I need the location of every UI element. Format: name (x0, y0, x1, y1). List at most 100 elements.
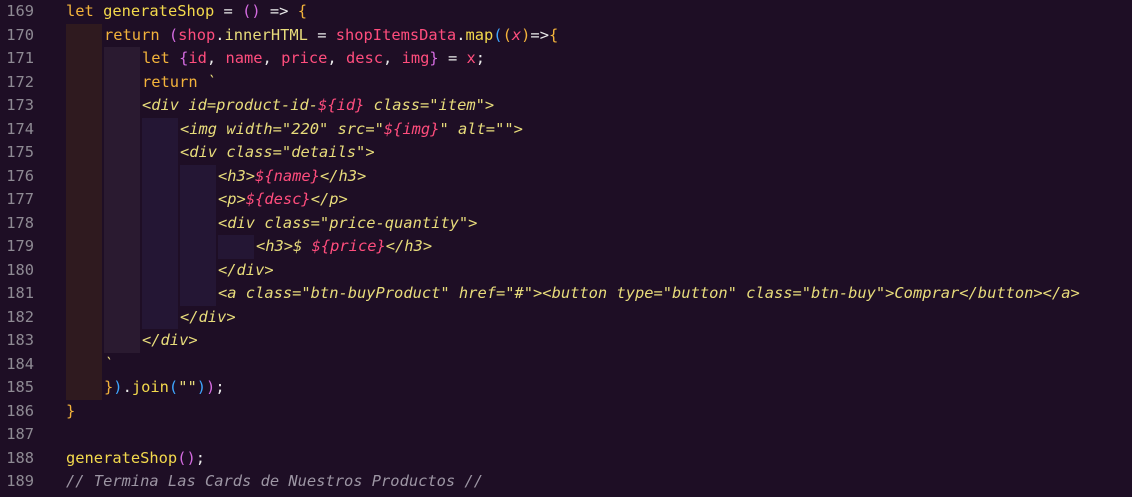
line-number: 178 (6, 213, 34, 232)
code-line[interactable]: // Termina Las Cards de Nuestros Product… (66, 470, 483, 494)
code-token: { (548, 25, 559, 44)
line-number: 183 (6, 331, 34, 349)
code-token: </div> (218, 260, 274, 279)
code-token: <div id=product-id- (142, 96, 319, 114)
code-token: ${name} (255, 166, 320, 185)
line-number: 187 (6, 425, 34, 443)
code-token: } (429, 49, 439, 67)
code-token: let (66, 2, 104, 20)
code-token: generateShop (103, 2, 215, 20)
code-token: <a class="btn-buyProduct" href="#"><butt… (218, 284, 1080, 302)
code-token: </div> (180, 307, 236, 326)
code-line[interactable]: generateShop(); (66, 447, 205, 471)
code-line[interactable]: </div> (142, 329, 198, 353)
code-token: } (104, 378, 114, 396)
code-line[interactable]: ` (104, 353, 113, 377)
code-token: ; (475, 49, 486, 67)
code-token: } (66, 401, 76, 420)
code-line[interactable]: </div> (218, 259, 274, 283)
code-token: . (122, 378, 132, 396)
code-line[interactable]: </div> (180, 306, 236, 330)
code-token: { (179, 49, 189, 67)
line-number: 174 (6, 119, 34, 138)
line-number: 185 (6, 378, 34, 396)
code-token: </div> (142, 331, 198, 349)
code-token: name (225, 49, 263, 67)
code-token: ` (104, 354, 114, 373)
line-number: 186 (6, 401, 34, 420)
code-token: = (307, 25, 336, 44)
code-token: desc (345, 49, 384, 67)
code-token: ${price} (311, 237, 386, 255)
code-token: ${id} (318, 96, 365, 114)
code-token: img (401, 49, 430, 67)
line-number: 176 (6, 166, 34, 185)
code-token: => (530, 25, 549, 44)
code-line[interactable]: <h3>$ ${price}</h3> (256, 235, 432, 259)
code-line[interactable]: <h3>${name}</h3> (218, 165, 366, 189)
line-number: 184 (6, 354, 34, 373)
code-token: let (142, 49, 180, 67)
code-token: join (131, 378, 169, 396)
code-token: id (188, 49, 207, 67)
code-token: return (104, 25, 169, 44)
code-token: ( (168, 378, 179, 396)
code-token: ; (215, 378, 225, 396)
line-number: 170 (6, 25, 34, 44)
code-token: x (511, 25, 522, 44)
code-line[interactable]: <div class="details"> (180, 141, 375, 165)
line-number: 189 (6, 472, 34, 490)
code-token: , (327, 49, 346, 67)
code-token: ` (206, 72, 217, 91)
code-token: ( (502, 25, 512, 44)
code-token: <div class="price-quantity"> (218, 213, 478, 232)
code-token: , (206, 49, 226, 67)
line-number-gutter: 169 170 171 172 173 174 175 176 177 178 179 180 181 1… (0, 0, 62, 497)
code-token: " alt=""> (439, 119, 523, 138)
code-line[interactable]: <img width="220" src="${img}" alt=""> (180, 118, 523, 142)
code-token: ) (113, 378, 123, 396)
code-token: innerHTML (224, 25, 308, 44)
code-token: ) (206, 378, 216, 396)
line-number: 171 (6, 49, 34, 67)
code-token: { (297, 2, 307, 20)
line-number: 182 (6, 307, 34, 326)
line-number: 179 (6, 237, 34, 255)
code-line[interactable]: } (66, 400, 75, 424)
line-number: 180 (6, 260, 34, 279)
code-editor[interactable]: 169 170 171 172 173 174 175 176 177 178 179 180 181 1… (0, 0, 1132, 497)
line-number: 169 (6, 2, 34, 20)
code-token: ; (195, 448, 206, 467)
code-area[interactable]: let generateShop = () => {return (shop.i… (66, 0, 1132, 497)
code-token: ${desc} (245, 190, 311, 208)
code-line[interactable]: return ` (142, 71, 216, 95)
code-token: <p> (218, 190, 246, 208)
code-line[interactable]: <a class="btn-buyProduct" href="#"><butt… (218, 282, 1080, 306)
line-number: 175 (6, 143, 34, 161)
code-line[interactable]: <p>${desc}</p> (218, 188, 348, 212)
code-token: ( (168, 25, 179, 44)
code-token: map (465, 25, 494, 44)
code-token: ( (493, 25, 503, 44)
code-token: () (242, 2, 261, 20)
code-line[interactable]: <div id=product-id-${id} class="item"> (142, 94, 494, 118)
code-token: class="item"> (364, 96, 495, 114)
code-token: <div class="details"> (180, 143, 375, 161)
code-token: . (215, 25, 225, 44)
code-token: // Termina Las Cards de Nuestros Product… (66, 472, 483, 490)
code-token: </h3> (319, 166, 367, 185)
code-line[interactable]: <div class="price-quantity"> (218, 212, 477, 236)
code-token: = (438, 49, 467, 67)
code-token: </h3> (385, 237, 433, 255)
code-token: return (142, 72, 207, 91)
code-token: ) (196, 378, 207, 396)
code-token: generateShop (66, 448, 178, 467)
code-line[interactable]: return (shop.innerHTML = shopItemsData.m… (104, 24, 558, 48)
code-line[interactable]: let {id, name, price, desc, img} = x; (142, 47, 485, 71)
code-token: , (262, 49, 282, 67)
code-line[interactable]: let generateShop = () => { (66, 0, 307, 24)
line-number: 188 (6, 448, 34, 467)
code-line[interactable]: }).join("")); (104, 376, 225, 400)
line-number: 177 (6, 190, 34, 208)
code-token: price (281, 49, 328, 67)
